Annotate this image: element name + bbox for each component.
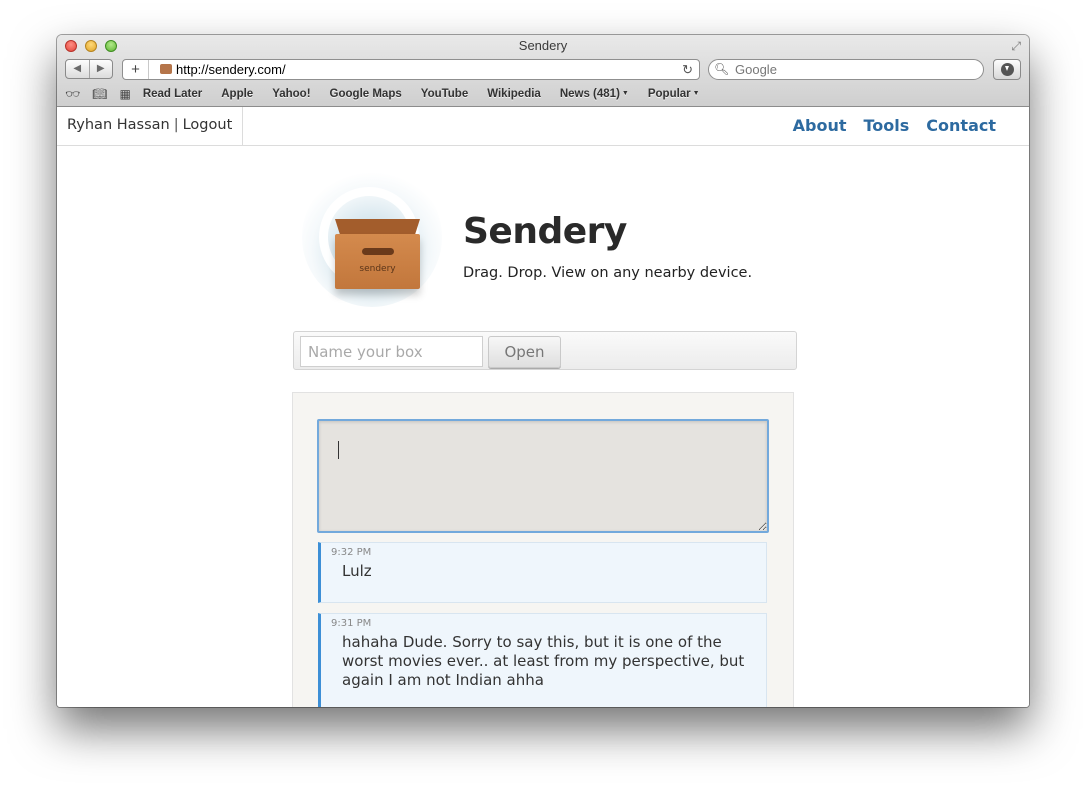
bookmark-item[interactable]: Google Maps — [330, 88, 402, 100]
bookmarks-book-icon[interactable]: 📖︎ — [92, 87, 107, 101]
page-title: Sendery — [463, 211, 627, 252]
fullscreen-icon[interactable]: ⤢ — [1011, 39, 1021, 54]
nav-link-about[interactable]: About — [793, 107, 847, 145]
tagline: Drag. Drop. View on any nearby device. — [463, 265, 753, 281]
logo-label: sendery — [359, 264, 396, 274]
window-title: Sendery — [518, 38, 568, 53]
message-text: Lulz — [342, 562, 372, 580]
chevron-down-icon: ▼ — [621, 90, 629, 98]
browser-toolbar: Sendery ⤢ ◀ ▶ + http://sendery.com/ ↻ 🔍︎… — [57, 35, 1029, 107]
message-time: 9:32 PM — [331, 547, 372, 558]
search-input[interactable] — [735, 61, 965, 78]
chevron-down-icon: ▼ — [692, 90, 700, 98]
bookmark-item[interactable]: Yahoo! — [272, 88, 310, 100]
top-sites-grid-icon[interactable]: ▦ — [119, 87, 130, 101]
open-box-form: Open — [293, 331, 797, 370]
back-arrow-icon[interactable]: ◀ — [66, 60, 89, 78]
reload-icon[interactable]: ↻ — [682, 60, 693, 79]
message-time: 9:31 PM — [331, 618, 372, 629]
message-composer[interactable] — [317, 419, 769, 533]
add-bookmark-icon[interactable]: + — [123, 60, 149, 79]
site-favicon-icon — [160, 64, 172, 74]
nav-link-contact[interactable]: Contact — [926, 107, 996, 145]
bookmark-item[interactable]: YouTube — [421, 88, 468, 100]
nav-link-tools[interactable]: Tools — [864, 107, 910, 145]
box-panel: 9:32 PM Lulz 9:31 PM hahaha Dude. Sorry … — [292, 392, 794, 707]
bookmark-item[interactable]: Wikipedia — [487, 88, 541, 100]
open-button[interactable]: Open — [488, 336, 561, 368]
user-name[interactable]: Ryhan Hassan — [67, 117, 170, 133]
sendery-box-logo: sendery — [302, 167, 442, 317]
user-area: Ryhan Hassan | Logout — [57, 107, 244, 145]
forward-arrow-icon[interactable]: ▶ — [88, 60, 113, 78]
message-text: hahaha Dude. Sorry to say this, but it i… — [342, 633, 745, 689]
bookmark-item[interactable]: Apple — [221, 88, 253, 100]
downloads-button[interactable] — [993, 59, 1021, 80]
search-icon[interactable]: 🔍︎ — [714, 60, 729, 79]
address-bar[interactable]: + http://sendery.com/ ↻ — [122, 59, 700, 80]
search-field[interactable]: 🔍︎ — [708, 59, 984, 80]
box-lid — [335, 219, 420, 235]
browser-window: Sendery ⤢ ◀ ▶ + http://sendery.com/ ↻ 🔍︎… — [57, 35, 1029, 707]
text-cursor — [338, 441, 339, 459]
bookmark-folder-popular[interactable]: Popular ▼ — [648, 88, 700, 100]
bookmarks-bar: 👓︎ 📖︎ ▦ Read Later Apple Yahoo! Google M… — [65, 85, 719, 103]
box-name-input[interactable] — [300, 336, 483, 367]
site-header: Ryhan Hassan | Logout About Tools Contact — [57, 107, 1029, 146]
bookmark-folder-label: News (481) — [559, 88, 620, 100]
download-icon — [1000, 63, 1014, 76]
url-text[interactable]: http://sendery.com/ — [176, 61, 286, 79]
box-icon: sendery — [335, 234, 420, 289]
site-nav: About Tools Contact — [776, 107, 996, 145]
message-item[interactable]: 9:31 PM hahaha Dude. Sorry to say this, … — [318, 613, 767, 707]
bookmark-item[interactable]: Read Later — [143, 88, 202, 100]
box-handle — [362, 248, 394, 255]
back-forward-buttons: ◀ ▶ — [65, 59, 113, 79]
logout-link[interactable]: Logout — [183, 117, 233, 133]
message-item[interactable]: 9:32 PM Lulz — [318, 542, 767, 603]
bookmark-folder-news[interactable]: News (481) ▼ — [560, 88, 629, 100]
bookmark-folder-label: Popular — [647, 88, 691, 100]
page-content: Ryhan Hassan | Logout About Tools Contact … — [57, 107, 1029, 707]
reading-list-icon[interactable]: 👓︎ — [65, 87, 80, 101]
user-separator: | — [173, 117, 179, 133]
